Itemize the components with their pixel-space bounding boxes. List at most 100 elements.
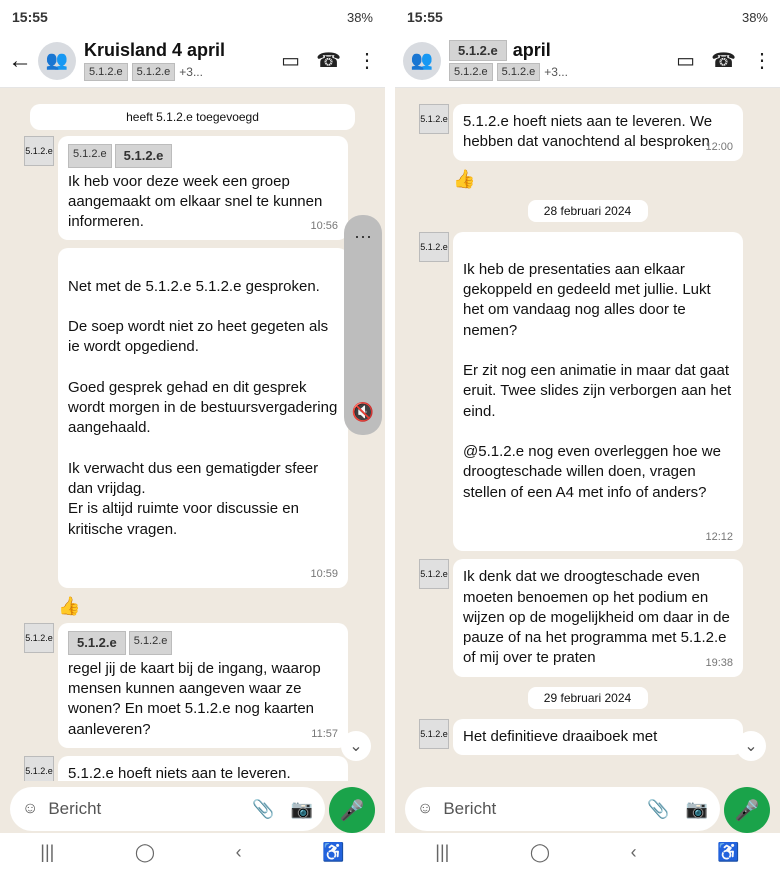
date-divider: 29 februari 2024 xyxy=(527,686,648,709)
message-input[interactable]: ☺ Bericht 📎 📷 xyxy=(10,787,325,831)
message-bubble[interactable]: Het definitieve draaiboek met xyxy=(453,718,743,755)
message-text: Ik heb voor deze week een groep aangemaa… xyxy=(68,172,323,231)
message-4: 5.1.2.e 5.1.2.e hoeft niets aan te lever… xyxy=(10,755,375,781)
mute-icon[interactable]: 🔇 xyxy=(352,402,374,423)
camera-icon[interactable]: 📷 xyxy=(291,799,313,820)
message-time: 19:38 xyxy=(705,656,733,669)
message-bubble[interactable]: 5.1.2.e 5.1.2.e regel jij de kaart bij d… xyxy=(58,623,348,748)
message-bubble[interactable]: Ik heb de presentaties aan elkaar gekopp… xyxy=(453,231,743,552)
message-text: Ik heb de presentaties aan elkaar gekopp… xyxy=(463,260,732,501)
sender-avatar[interactable]: 5.1.2.e xyxy=(419,104,449,134)
back-icon[interactable]: ‹ xyxy=(631,842,637,863)
battery-level: 38% xyxy=(346,9,373,25)
message-bubble[interactable]: 5.1.2.e hoeft niets aan te leveren. xyxy=(58,755,348,781)
sender-avatar[interactable]: 5.1.2.e xyxy=(24,755,54,781)
reaction-thumbs-up[interactable]: 👍 xyxy=(453,169,770,190)
message-input[interactable]: ☺ Bericht 📎 📷 xyxy=(405,787,720,831)
message-text: 5.1.2.e hoeft niets aan te leveren. xyxy=(68,764,291,781)
message-bubble[interactable]: 5.1.2.e hoeft niets aan te leveren. We h… xyxy=(453,104,743,161)
more-icon[interactable]: ⋯ xyxy=(354,227,372,248)
sender-avatar[interactable]: 5.1.2.e xyxy=(24,136,54,166)
message-time: 12:00 xyxy=(705,140,733,153)
android-nav: ||| ◯ ‹ ♿ xyxy=(0,833,385,871)
message-time: 11:57 xyxy=(311,728,338,740)
accessibility-icon[interactable]: ♿ xyxy=(322,842,344,863)
header-title-box[interactable]: 5.1.2.e april 5.1.2.e 5.1.2.e +3... xyxy=(449,40,660,81)
volume-overlay[interactable]: ⋯ 🔇 xyxy=(344,215,382,435)
back-arrow-icon[interactable]: ← xyxy=(8,47,32,75)
status-icons: 38% xyxy=(347,10,373,25)
status-time: 15:55 xyxy=(407,9,443,25)
emoji-icon[interactable]: ☺ xyxy=(417,800,433,818)
status-icons: 38% xyxy=(742,10,768,25)
home-icon[interactable]: ◯ xyxy=(530,842,550,863)
message-bubble[interactable]: 5.1.2.e 5.1.2.e Ik heb voor deze week ee… xyxy=(58,136,348,241)
emoji-icon[interactable]: ☺ xyxy=(22,800,38,818)
video-call-icon[interactable]: ▭ xyxy=(281,48,300,73)
message-3: 5.1.2.e Ik denk dat we droogteschade eve… xyxy=(405,559,770,677)
message-time: 12:12 xyxy=(705,531,733,544)
redacted-name: 5.1.2.e xyxy=(84,63,128,81)
date-divider: 28 februari 2024 xyxy=(527,199,648,222)
chat-area: 5.1.2.e 5.1.2.e hoeft niets aan te lever… xyxy=(395,88,780,781)
input-placeholder: Bericht xyxy=(48,799,102,818)
status-bar: 15:55 38% xyxy=(0,0,385,34)
attach-icon[interactable]: 📎 xyxy=(252,799,274,820)
video-call-icon[interactable]: ▭ xyxy=(676,48,695,73)
more-options-icon[interactable]: ⋮ xyxy=(752,48,772,73)
mic-button[interactable]: 🎤 xyxy=(329,787,375,833)
recent-apps-icon[interactable]: ||| xyxy=(40,842,54,863)
reaction-thumbs-up[interactable]: 👍 xyxy=(58,596,375,617)
message-time: 10:59 xyxy=(310,568,338,581)
message-text: 5.1.2.e hoeft niets aan te leveren. We h… xyxy=(463,113,713,151)
message-text: Net met de 5.1.2.e 5.1.2.e gesproken. De… xyxy=(68,277,338,538)
chat-title: april xyxy=(512,40,551,60)
recent-apps-icon[interactable]: ||| xyxy=(435,842,449,863)
message-2: 5.1.2.e Ik heb de presentaties aan elkaa… xyxy=(405,231,770,552)
chat-header: 👥 5.1.2.e april 5.1.2.e 5.1.2.e +3... ▭ … xyxy=(395,34,780,88)
message-2: Net met de 5.1.2.e 5.1.2.e gesproken. De… xyxy=(10,248,375,589)
message-text: Het definitieve draaiboek met xyxy=(463,727,658,745)
status-time: 15:55 xyxy=(12,9,48,25)
left-screen: 15:55 38% ← 👥 Kruisland 4 april 5.1.2.e … xyxy=(0,0,385,871)
sender-avatar[interactable]: 5.1.2.e xyxy=(419,559,449,590)
accessibility-icon[interactable]: ♿ xyxy=(717,842,739,863)
message-1: 5.1.2.e 5.1.2.e hoeft niets aan te lever… xyxy=(405,104,770,161)
header-title-box[interactable]: Kruisland 4 april 5.1.2.e 5.1.2.e +3... xyxy=(84,40,265,81)
group-avatar[interactable]: 👥 xyxy=(38,41,76,80)
attach-icon[interactable]: 📎 xyxy=(647,799,669,820)
chat-subtitle: 5.1.2.e 5.1.2.e +3... xyxy=(84,63,265,81)
chat-header: ← 👥 Kruisland 4 april 5.1.2.e 5.1.2.e +3… xyxy=(0,34,385,88)
more-options-icon[interactable]: ⋮ xyxy=(357,48,377,73)
redacted-name: 5.1.2.e xyxy=(131,63,176,81)
message-bubble[interactable]: Ik denk dat we droogteschade even moeten… xyxy=(453,559,743,677)
android-nav: ||| ◯ ‹ ♿ xyxy=(395,833,780,871)
message-3: 5.1.2.e 5.1.2.e 5.1.2.e regel jij de kaa… xyxy=(10,623,375,748)
phone-call-icon[interactable]: ☎ xyxy=(711,48,736,73)
scroll-down-icon[interactable]: ⌄ xyxy=(736,731,766,761)
message-text: Ik denk dat we droogteschade even moeten… xyxy=(463,568,730,667)
group-avatar[interactable]: 👥 xyxy=(403,41,441,80)
sender-avatar[interactable]: 5.1.2.e xyxy=(419,231,449,262)
status-bar: 15:55 38% xyxy=(395,0,780,34)
sender-avatar[interactable]: 5.1.2.e xyxy=(24,623,54,654)
battery-level: 38% xyxy=(741,9,768,25)
back-icon[interactable]: ‹ xyxy=(236,842,242,863)
message-bubble[interactable]: Net met de 5.1.2.e 5.1.2.e gesproken. De… xyxy=(58,248,348,589)
subtitle-extra: +3... xyxy=(179,65,203,79)
message-1: 5.1.2.e 5.1.2.e 5.1.2.e Ik heb voor deze… xyxy=(10,136,375,241)
scroll-down-icon[interactable]: ⌄ xyxy=(341,731,371,761)
system-message: heeft 5.1.2.e toegevoegd xyxy=(30,104,355,130)
chat-title: Kruisland 4 april xyxy=(84,40,226,60)
message-text: regel jij de kaart bij de ingang, waarop… xyxy=(68,659,321,738)
sender-names: 5.1.2.e 5.1.2.e xyxy=(68,144,338,168)
mic-button[interactable]: 🎤 xyxy=(724,787,770,833)
message-time: 10:56 xyxy=(310,220,338,233)
message-4: 5.1.2.e Het definitieve draaiboek met xyxy=(405,718,770,755)
right-screen: 15:55 38% 👥 5.1.2.e april 5.1.2.e 5.1.2.… xyxy=(395,0,780,871)
camera-icon[interactable]: 📷 xyxy=(686,799,708,820)
sender-avatar[interactable]: 5.1.2.e xyxy=(419,718,449,749)
phone-call-icon[interactable]: ☎ xyxy=(316,48,341,73)
chat-area: heeft 5.1.2.e toegevoegd 5.1.2.e 5.1.2.e… xyxy=(0,88,385,781)
home-icon[interactable]: ◯ xyxy=(135,842,155,863)
